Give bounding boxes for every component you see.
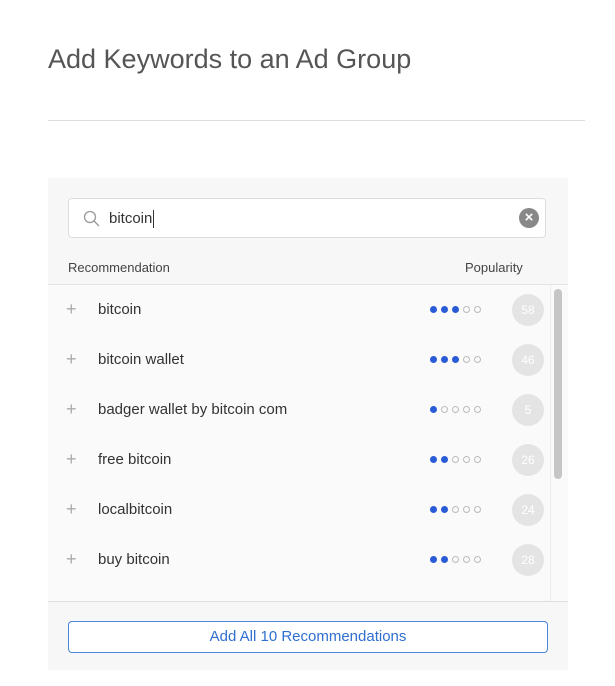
- popularity-dot: [463, 356, 470, 363]
- popularity-dot: [463, 456, 470, 463]
- popularity-dot: [463, 506, 470, 513]
- popularity-dot: [441, 406, 448, 413]
- popularity-dot: [430, 406, 437, 413]
- keyword-label: localbitcoin: [98, 501, 173, 518]
- clear-icon[interactable]: ×: [519, 208, 539, 228]
- scrollbar-thumb[interactable]: [554, 289, 562, 479]
- keyword-label: bitcoin wallet: [98, 351, 184, 368]
- list-item[interactable]: + buy bitcoin 28: [48, 535, 552, 585]
- add-all-button[interactable]: Add All 10 Recommendations: [68, 621, 548, 653]
- recommendation-list: + buy bitcoin 28 + localbitcoin 24 + free …: [48, 284, 568, 602]
- popularity-dot: [474, 356, 481, 363]
- popularity-dot: [430, 356, 437, 363]
- popularity-dot: [474, 556, 481, 563]
- search-icon: [83, 210, 100, 227]
- list-item[interactable]: + bitcoin 58: [48, 285, 552, 335]
- column-recommendation: Recommendation: [68, 260, 170, 275]
- popularity-dot: [452, 306, 459, 313]
- scrollbar-track[interactable]: [550, 285, 551, 601]
- column-popularity: Popularity: [465, 260, 523, 275]
- plus-icon[interactable]: +: [66, 549, 77, 570]
- keyword-label: bitcoin: [98, 301, 142, 318]
- list-item[interactable]: + badger wallet by bitcoin com 5: [48, 385, 552, 435]
- keyword-label: buy bitcoin: [98, 551, 170, 568]
- keyword-label: free bitcoin: [98, 451, 172, 468]
- plus-icon[interactable]: +: [66, 399, 77, 420]
- plus-icon[interactable]: +: [66, 449, 77, 470]
- score-badge: 28: [512, 544, 544, 576]
- popularity-dot: [430, 306, 437, 313]
- popularity-dot: [452, 506, 459, 513]
- popularity-dot: [441, 556, 448, 563]
- keyword-panel: bitcoin × Recommendation Popularity + bu…: [48, 178, 568, 670]
- list-item[interactable]: + localbitcoin 24: [48, 485, 552, 535]
- popularity-dot: [474, 506, 481, 513]
- popularity-dot: [474, 306, 481, 313]
- score-badge: 24: [512, 494, 544, 526]
- popularity-dots: [430, 406, 481, 413]
- popularity-dot: [441, 506, 448, 513]
- plus-icon[interactable]: +: [66, 299, 77, 320]
- popularity-dots: [430, 506, 481, 513]
- popularity-dots: [430, 306, 481, 313]
- divider: [48, 120, 585, 121]
- popularity-dot: [463, 556, 470, 563]
- popularity-dot: [463, 406, 470, 413]
- popularity-dot: [452, 356, 459, 363]
- page-title: Add Keywords to an Ad Group: [48, 44, 412, 74]
- score-badge: 26: [512, 444, 544, 476]
- popularity-dots: [430, 356, 481, 363]
- popularity-dot: [474, 406, 481, 413]
- search-value[interactable]: bitcoin: [109, 210, 155, 228]
- search-input[interactable]: bitcoin ×: [68, 198, 546, 238]
- popularity-dots: [430, 556, 481, 563]
- popularity-dot: [452, 556, 459, 563]
- popularity-dot: [441, 456, 448, 463]
- popularity-dot: [452, 456, 459, 463]
- plus-icon[interactable]: +: [66, 499, 77, 520]
- score-badge: 58: [512, 294, 544, 326]
- score-badge: 5: [512, 394, 544, 426]
- popularity-dots: [430, 456, 481, 463]
- popularity-dot: [474, 456, 481, 463]
- score-badge: 46: [512, 344, 544, 376]
- plus-icon[interactable]: +: [66, 349, 77, 370]
- popularity-dot: [463, 306, 470, 313]
- popularity-dot: [430, 456, 437, 463]
- list-item[interactable]: + free bitcoin 26: [48, 435, 552, 485]
- popularity-dot: [430, 506, 437, 513]
- keyword-label: badger wallet by bitcoin com: [98, 401, 288, 418]
- popularity-dot: [441, 306, 448, 313]
- list-item[interactable]: + bitcoin wallet 46: [48, 335, 552, 385]
- popularity-dot: [430, 556, 437, 563]
- popularity-dot: [441, 356, 448, 363]
- popularity-dot: [452, 406, 459, 413]
